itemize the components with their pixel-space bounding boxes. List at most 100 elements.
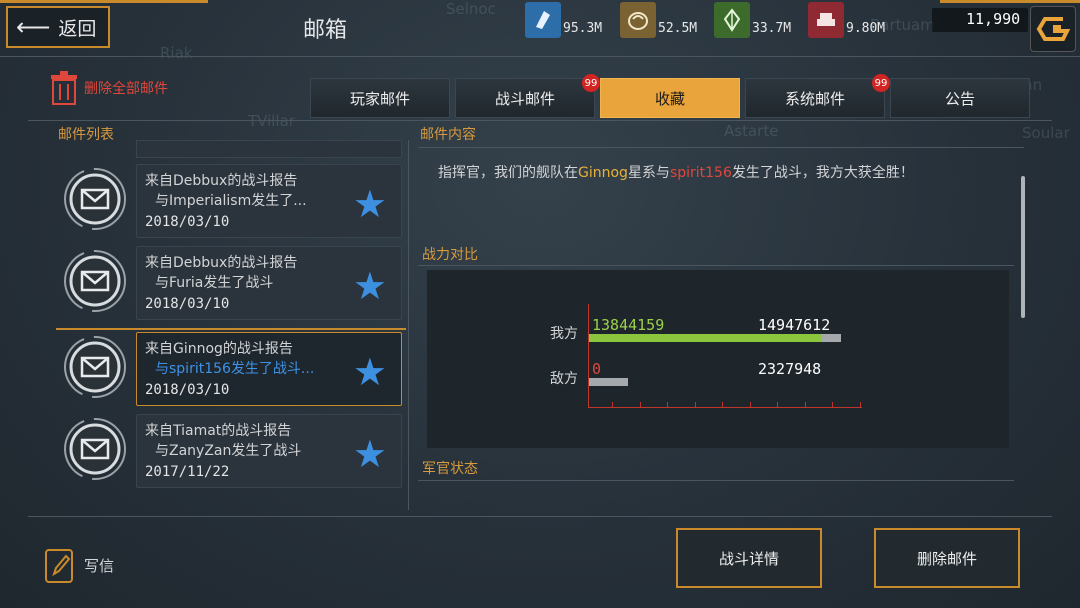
list-item[interactable]: 来自Debbux的战斗报告 与Imperialism发生了... 2018/03… [56, 160, 406, 240]
mail-card: 来自Tiamat的战斗报告 与ZanyZan发生了战斗 2017/11/22 ★ [136, 414, 402, 488]
panel-divider [408, 140, 409, 510]
credits-value: 11,990 [966, 10, 1021, 28]
list-item[interactable]: 来自Debbux的战斗报告 与Furia发生了战斗 2018/03/10 ★ [56, 242, 406, 322]
header-divider [0, 56, 1080, 57]
tab-player-mail[interactable]: 玩家邮件 [310, 78, 450, 118]
tab-label: 公告 [944, 89, 975, 108]
favorite-star-icon[interactable]: ★ [353, 435, 387, 473]
tabs-divider [28, 120, 1052, 121]
own-power-bar [589, 334, 822, 342]
enemy-power-max: 2327948 [758, 360, 822, 378]
officer-divider [418, 480, 1014, 481]
mail-card: 来自Debbux的战斗报告 与Furia发生了战斗 2018/03/10 ★ [136, 246, 402, 320]
own-side-label: 我方 [550, 326, 578, 342]
header-accent [940, 0, 1080, 3]
chart-tick [777, 402, 778, 408]
favorite-star-icon[interactable]: ★ [353, 267, 387, 305]
delete-all-button[interactable]: 删除全部邮件 [48, 70, 168, 106]
tab-announcements[interactable]: 公告 [890, 78, 1030, 118]
unread-badge: 99 [582, 74, 600, 92]
back-button[interactable]: ⟵ 返回 [6, 6, 110, 48]
map-label: TVillar [248, 112, 295, 130]
chart-tick [694, 402, 696, 408]
chart-tick [612, 402, 613, 408]
resource-value: 33.7M [752, 21, 792, 36]
currency-shop-button[interactable] [1030, 6, 1076, 52]
mail-card: 来自Ginnog的战斗报告 与spirit156发生了战斗... 2018/03… [136, 332, 402, 406]
own-power-max: 14947612 [758, 316, 831, 334]
message-text: 指挥官，我们的舰队在 [438, 165, 578, 181]
enemy-side-label: 敌方 [550, 371, 578, 387]
envelope-icon [62, 166, 128, 232]
pencil-icon [45, 549, 73, 583]
list-item-partial [136, 140, 402, 158]
message-text: 星系与 [627, 165, 670, 181]
list-item[interactable]: 来自Ginnog的战斗报告 与spirit156发生了战斗... 2018/03… [56, 328, 406, 408]
favorite-star-icon[interactable]: ★ [353, 353, 387, 391]
combat-compare-panel [427, 270, 1009, 448]
delete-mail-button[interactable]: 删除邮件 [874, 528, 1020, 588]
gem-icon [714, 2, 750, 38]
crystal-icon [525, 2, 561, 38]
alloy-icon [808, 2, 844, 38]
enemy-power-bar-track [589, 378, 628, 386]
resource-value: 95.3M [563, 21, 603, 36]
gold-coin-icon [1036, 17, 1071, 41]
chart-axis [588, 407, 862, 408]
combat-divider [418, 265, 1014, 266]
combat-compare-title: 战力对比 [422, 247, 478, 263]
ore-icon [620, 2, 656, 38]
battle-detail-button[interactable]: 战斗详情 [676, 528, 822, 588]
header: ⟵ 返回 邮箱 95.3M 52.5M 33.7M 9.80M 11,990 [0, 0, 1080, 56]
map-label: Soular [1022, 124, 1070, 142]
tab-label: 战斗邮件 [494, 89, 555, 108]
trash-icon [51, 71, 77, 105]
header-accent [0, 0, 208, 3]
tab-system-mail[interactable]: 系统邮件 99 [745, 74, 890, 118]
map-label: Astarte [724, 122, 779, 140]
mail-card: 来自Debbux的战斗报告 与Imperialism发生了... 2018/03… [136, 164, 402, 238]
resource-value: 52.5M [658, 21, 698, 36]
tab-label: 玩家邮件 [349, 89, 410, 108]
chart-tick [667, 402, 668, 408]
favorite-star-icon[interactable]: ★ [353, 185, 387, 223]
resource-ore: 52.5M [620, 2, 697, 38]
resource-alloy: 9.80M [808, 2, 885, 38]
mail-content-title: 邮件内容 [420, 127, 476, 143]
envelope-icon [62, 416, 128, 482]
list-item[interactable]: 来自Tiamat的战斗报告 与ZanyZan发生了战斗 2017/11/22 ★ [56, 410, 406, 490]
delete-all-label: 删除全部邮件 [84, 81, 168, 97]
resource-gem: 33.7M [714, 2, 791, 38]
unread-badge: 99 [872, 74, 890, 92]
footer-divider [28, 516, 1052, 517]
tab-battle-mail[interactable]: 战斗邮件 99 [455, 74, 600, 118]
message-enemy-name: spirit156 [669, 165, 732, 181]
tab-label: 收藏 [654, 89, 685, 108]
chart-tick [722, 402, 723, 408]
resource-value: 9.80M [846, 21, 886, 36]
enemy-power-value: 0 [592, 360, 602, 378]
back-label: 返回 [58, 17, 97, 40]
resource-crystal: 95.3M [525, 2, 602, 38]
mail-message: 指挥官，我们的舰队在Ginnog星系与spirit156发生了战斗，我方大获全胜… [438, 162, 914, 182]
chart-tick [749, 402, 751, 408]
mail-list[interactable]: 来自Debbux的战斗报告 与Imperialism发生了... 2018/03… [56, 140, 406, 510]
mail-tabs: 玩家邮件 战斗邮件 99 收藏 系统邮件 99 公告 [310, 74, 1035, 118]
write-mail-button[interactable]: 写信 [44, 546, 114, 584]
tab-label: 系统邮件 [784, 89, 845, 108]
envelope-icon [62, 334, 128, 400]
content-scrollbar[interactable] [1021, 176, 1025, 318]
content-divider [418, 147, 1024, 148]
chart-tick [859, 402, 861, 408]
chart-tick [639, 402, 641, 408]
envelope-icon [62, 248, 128, 314]
write-mail-label: 写信 [84, 556, 115, 575]
back-arrow-icon: ⟵ [16, 13, 51, 41]
chart-tick [804, 402, 806, 408]
own-power-value: 13844159 [592, 316, 665, 334]
message-system-name: Ginnog [578, 165, 628, 181]
officer-status-title: 军官状态 [422, 461, 478, 477]
page-title: 邮箱 [303, 18, 348, 43]
tab-favorites[interactable]: 收藏 [600, 78, 740, 118]
chart-tick [832, 402, 833, 408]
